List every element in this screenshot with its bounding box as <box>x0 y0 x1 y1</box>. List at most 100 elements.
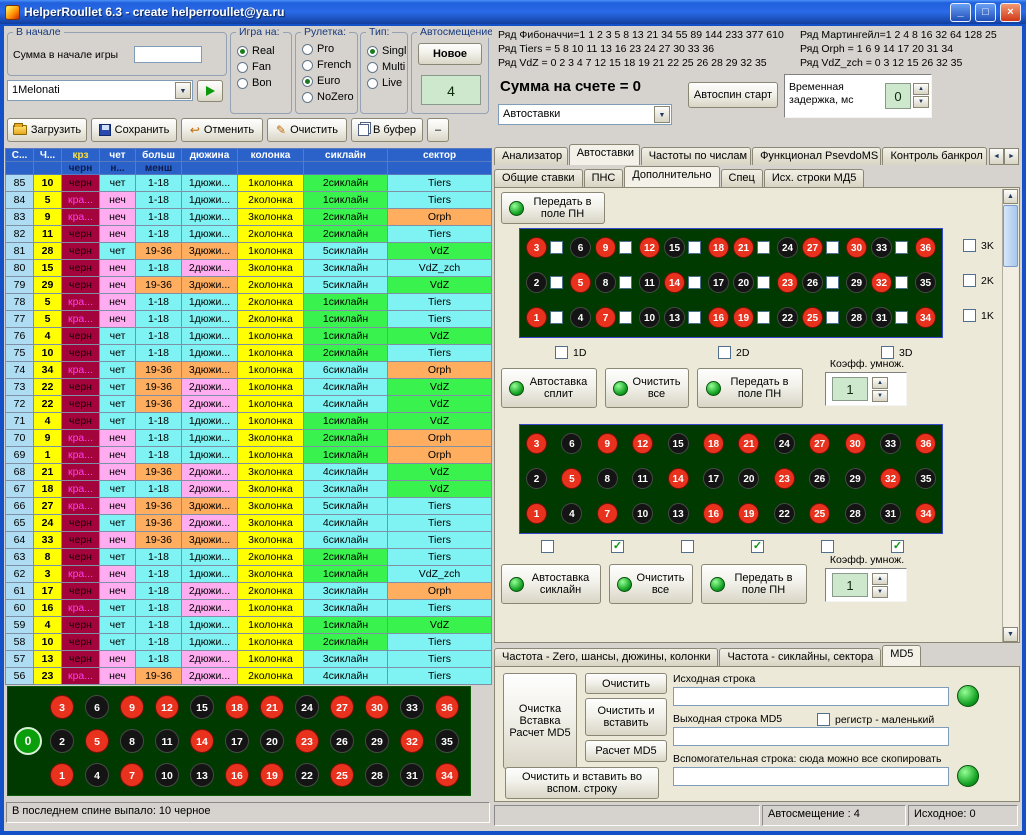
minus-button[interactable]: – <box>427 118 449 142</box>
sixline-number-13[interactable]: 13 <box>668 503 689 524</box>
save-button[interactable]: Сохранить <box>91 118 177 142</box>
sixline-number-15[interactable]: 15 <box>668 433 689 454</box>
md5-clear-button[interactable]: Очистить <box>585 673 667 694</box>
split-checkbox[interactable] <box>688 276 701 289</box>
radio-fan[interactable]: Fan <box>231 59 291 75</box>
main-tab-1[interactable]: Анализатор <box>494 147 568 165</box>
table-row[interactable]: 7510чернчет1-181дюжи...1колонка2сиклайнT… <box>6 345 492 362</box>
table-row[interactable]: 709кра...неч1-181дюжи...3колонка2сиклайн… <box>6 430 492 447</box>
radio-nozero[interactable]: NoZero <box>296 89 357 105</box>
board-number-6[interactable]: 6 <box>85 695 109 719</box>
sixline-number-14[interactable]: 14 <box>668 468 689 489</box>
split-number-23[interactable]: 23 <box>777 272 798 293</box>
split-checkbox[interactable] <box>688 311 701 324</box>
split-number-8[interactable]: 8 <box>595 272 616 293</box>
sixline-checkbox-5[interactable] <box>821 540 834 553</box>
table-row[interactable]: 8510чернчет1-181дюжи...1колонка2сиклайнT… <box>6 175 492 192</box>
board-number-22[interactable]: 22 <box>295 763 319 787</box>
split-number-11[interactable]: 11 <box>639 272 660 293</box>
split-checkbox[interactable] <box>619 276 632 289</box>
sixline-number-16[interactable]: 16 <box>703 503 724 524</box>
checkbox-1k[interactable] <box>963 309 976 322</box>
maximize-button[interactable]: □ <box>975 3 996 22</box>
checkbox-3d[interactable] <box>881 346 894 359</box>
sixline-number-4[interactable]: 4 <box>561 503 582 524</box>
split-number-15[interactable]: 15 <box>664 237 685 258</box>
md5-source-action-button[interactable] <box>957 685 979 707</box>
split-number-3[interactable]: 3 <box>526 237 547 258</box>
sixline-number-9[interactable]: 9 <box>597 433 618 454</box>
copy-to-buffer-button[interactable]: В буфер <box>351 118 423 142</box>
transfer-split-button[interactable]: Передать в поле ПН <box>697 368 803 408</box>
table-row[interactable]: 845кра...неч1-181дюжи...2колонка1сиклайн… <box>6 192 492 209</box>
checkbox-1d[interactable] <box>555 346 568 359</box>
chevron-down-icon[interactable]: ▼ <box>654 106 670 123</box>
split-checkbox[interactable] <box>826 276 839 289</box>
sixline-number-28[interactable]: 28 <box>845 503 866 524</box>
transfer-sixline-button[interactable]: Передать в поле ПН <box>701 564 807 604</box>
transfer-top-button[interactable]: Передать в поле ПН <box>501 192 605 224</box>
sixline-number-12[interactable]: 12 <box>632 433 653 454</box>
sub-tab-3[interactable]: Дополнительно <box>624 166 719 187</box>
board-number-32[interactable]: 32 <box>400 729 424 753</box>
split-checkbox[interactable] <box>895 311 908 324</box>
board-number-2[interactable]: 2 <box>50 729 74 753</box>
split-checkbox[interactable] <box>757 311 770 324</box>
main-tab-4[interactable]: Функционал PsevdoMS <box>752 147 881 165</box>
sub-tab-5[interactable]: Исх. строки МД5 <box>764 169 865 187</box>
board-number-7[interactable]: 7 <box>120 763 144 787</box>
sixline-number-11[interactable]: 11 <box>632 468 653 489</box>
split-number-4[interactable]: 4 <box>570 307 591 328</box>
board-number-17[interactable]: 17 <box>225 729 249 753</box>
table-row[interactable]: 7322чернчет19-362дюжи...1колонка4сиклайн… <box>6 379 492 396</box>
sixline-number-22[interactable]: 22 <box>774 503 795 524</box>
play-button[interactable] <box>197 80 223 102</box>
sixline-number-29[interactable]: 29 <box>845 468 866 489</box>
radio-bon[interactable]: Bon <box>231 75 291 91</box>
sixline-number-3[interactable]: 3 <box>526 433 547 454</box>
table-row[interactable]: 8015черннеч1-182дюжи...3колонка3сиклайнV… <box>6 260 492 277</box>
table-row[interactable]: 5713черннеч1-182дюжи...1колонка3сиклайнT… <box>6 651 492 668</box>
sixline-number-32[interactable]: 32 <box>880 468 901 489</box>
main-tab-2[interactable]: Автоставки <box>569 144 640 165</box>
board-number-29[interactable]: 29 <box>365 729 389 753</box>
tab-scroll-left-button[interactable]: ◄ <box>989 148 1004 165</box>
start-sum-input[interactable] <box>134 46 202 63</box>
split-number-13[interactable]: 13 <box>664 307 685 328</box>
board-number-11[interactable]: 11 <box>155 729 179 753</box>
chevron-down-icon[interactable]: ▼ <box>175 82 191 99</box>
sixline-number-27[interactable]: 27 <box>809 433 830 454</box>
board-number-16[interactable]: 16 <box>225 763 249 787</box>
scroll-down-button[interactable]: ▼ <box>1003 627 1018 642</box>
radio-real[interactable]: Real <box>231 43 291 59</box>
board-number-13[interactable]: 13 <box>190 763 214 787</box>
split-number-27[interactable]: 27 <box>802 237 823 258</box>
split-number-2[interactable]: 2 <box>526 272 547 293</box>
new-button[interactable]: Новое <box>418 43 482 65</box>
tab-scroll-right-button[interactable]: ► <box>1004 148 1019 165</box>
table-row[interactable]: 6117черннеч1-182дюжи...2колонка3сиклайнO… <box>6 583 492 600</box>
board-zero[interactable]: 0 <box>14 727 42 755</box>
split-number-31[interactable]: 31 <box>871 307 892 328</box>
table-row[interactable]: 785кра...неч1-181дюжи...2колонка1сиклайн… <box>6 294 492 311</box>
split-number-24[interactable]: 24 <box>777 237 798 258</box>
preset-combo[interactable]: 1Melonati ▼ <box>7 80 193 101</box>
split-number-18[interactable]: 18 <box>708 237 729 258</box>
split-number-29[interactable]: 29 <box>846 272 867 293</box>
split-number-33[interactable]: 33 <box>871 237 892 258</box>
board-number-24[interactable]: 24 <box>295 695 319 719</box>
minimize-button[interactable]: _ <box>950 3 971 22</box>
spinner-up-button[interactable]: ▲ <box>872 377 888 389</box>
sixline-number-6[interactable]: 6 <box>561 433 582 454</box>
checkbox-2d[interactable] <box>718 346 731 359</box>
board-number-31[interactable]: 31 <box>400 763 424 787</box>
board-number-3[interactable]: 3 <box>50 695 74 719</box>
sixline-number-34[interactable]: 34 <box>915 503 936 524</box>
split-number-34[interactable]: 34 <box>915 307 936 328</box>
register-checkbox[interactable] <box>817 713 830 726</box>
sixline-number-10[interactable]: 10 <box>632 503 653 524</box>
sixline-number-1[interactable]: 1 <box>526 503 547 524</box>
autobets-combo[interactable]: Автоставки ▼ <box>498 104 672 125</box>
split-number-1[interactable]: 1 <box>526 307 547 328</box>
table-row[interactable]: 6524чернчет19-362дюжи...3колонка4сиклайн… <box>6 515 492 532</box>
